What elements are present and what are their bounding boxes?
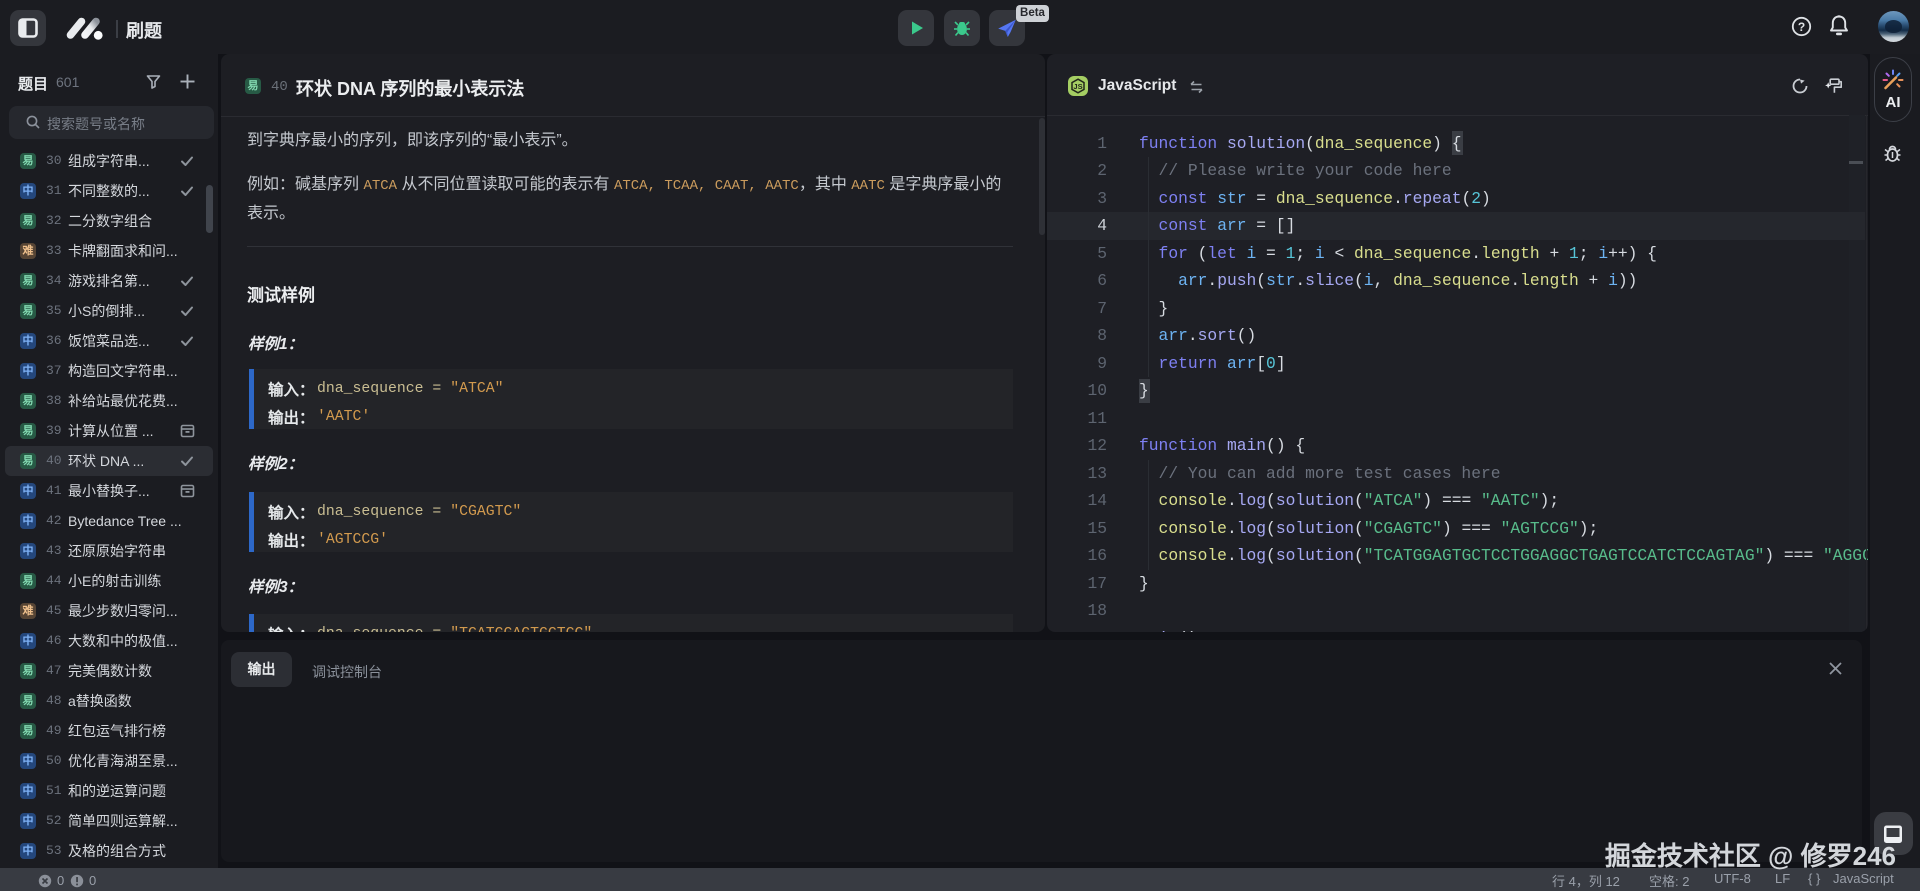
svg-text:?: ? bbox=[1798, 20, 1805, 34]
svg-text:JS: JS bbox=[1073, 82, 1082, 91]
